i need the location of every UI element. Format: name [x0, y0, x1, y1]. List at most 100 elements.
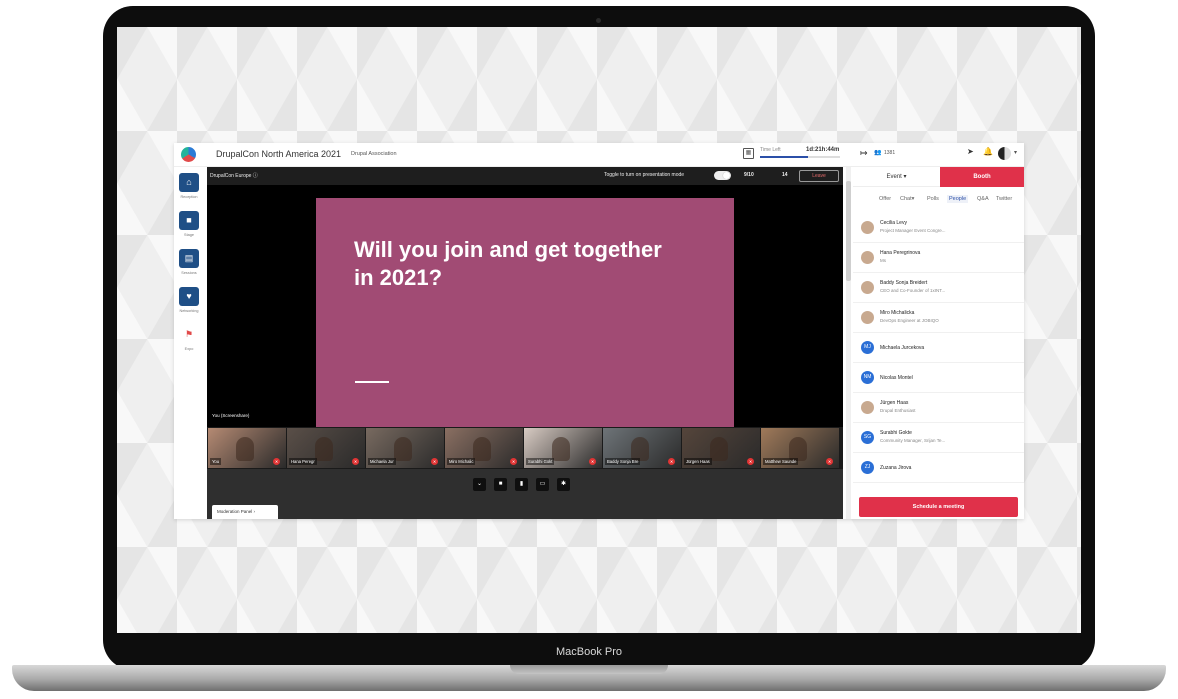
video-tile[interactable]: Jürgen Haas ✕: [682, 428, 760, 468]
home-icon: ⌂: [179, 173, 199, 192]
video-tile[interactable]: Michaela Jur ✕: [366, 428, 444, 468]
camera-dot: [596, 18, 601, 23]
nav-item-networking[interactable]: ♥ Networking: [174, 287, 204, 313]
nav-item-expo[interactable]: ⚑ Expo: [174, 325, 204, 351]
participant-figure: [394, 437, 412, 461]
video-tile[interactable]: Miro Michalic ✕: [445, 428, 523, 468]
subtab-qa[interactable]: Q&A: [977, 196, 989, 202]
tab-event-label: Event: [886, 174, 902, 180]
presentation-mode-toggle[interactable]: [714, 171, 731, 180]
person-title: CEO and Co-Founder of 1xINT...: [880, 288, 946, 293]
mic-muted-icon[interactable]: ✕: [431, 458, 438, 465]
mic-muted-icon[interactable]: ✕: [273, 458, 280, 465]
nav-item-sessions[interactable]: ▤ Sessions: [174, 249, 204, 275]
video-tile[interactable]: You ✕: [208, 428, 286, 468]
device-label: MacBook Pro: [555, 646, 623, 658]
attendee-count[interactable]: 1381: [884, 150, 895, 156]
chevron-down-icon[interactable]: ⌄: [473, 478, 486, 491]
nav-label: Expo: [184, 347, 194, 351]
expo-icon: ⚑: [184, 329, 194, 339]
list-item[interactable]: SG Surabhi Gokte Community Manager, Srijan…: [853, 423, 1024, 453]
list-item[interactable]: Baddy Sonja Breidert CEO and Co-Founder o…: [853, 273, 1024, 303]
slide-counter: 9/10: [744, 172, 754, 178]
attendees-icon: 👥: [874, 150, 882, 156]
calendar-icon[interactable]: ▦: [743, 148, 754, 159]
camera-icon[interactable]: ■: [494, 478, 507, 491]
list-item[interactable]: MJ Michaela Jurcekova: [853, 333, 1024, 363]
subtab-twitter[interactable]: Twitter: [996, 196, 1012, 202]
tab-booth[interactable]: Booth: [940, 167, 1024, 187]
list-item[interactable]: ZJ Zuzana Jirova: [853, 453, 1024, 483]
chevron-down-icon[interactable]: ▾: [1014, 149, 1017, 156]
laptop-screen: DrupalCon North America 2021 Drupal Asso…: [117, 27, 1081, 633]
tile-name: Matthew Saunde: [763, 458, 799, 465]
subtab-chat[interactable]: Chat▾: [900, 196, 914, 202]
people-list: Cecilia Levy Project Manager Event Congre…: [853, 213, 1024, 483]
mic-muted-icon[interactable]: ✕: [668, 458, 675, 465]
tile-name: Surabhi Gokt: [526, 458, 555, 465]
top-bar: DrupalCon North America 2021 Drupal Asso…: [174, 143, 1024, 167]
person-name: Cecilia Levy: [880, 220, 907, 226]
participant-figure: [710, 437, 728, 461]
stage: DrupalCon Europe ⓘ Toggle to turn on pre…: [207, 167, 843, 519]
person-name: Surabhi Gokte: [880, 430, 912, 436]
sessions-icon: ▤: [179, 249, 199, 268]
mic-muted-icon[interactable]: ✕: [826, 458, 833, 465]
mic-muted-icon[interactable]: ✕: [747, 458, 754, 465]
chevron-down-icon: ▾: [903, 174, 907, 180]
scrollbar[interactable]: [846, 167, 851, 519]
app-logo-icon[interactable]: [181, 147, 196, 162]
time-left-value: 1d:21h:44m: [806, 147, 840, 153]
nav-label: Stage: [184, 233, 194, 237]
microphone-icon[interactable]: ▮: [515, 478, 528, 491]
participant-figure: [315, 437, 333, 461]
subtab-people[interactable]: People: [947, 195, 969, 203]
slide-text: Will you join and get together in 2021?: [354, 237, 662, 290]
time-left-bar: [760, 156, 840, 158]
chevron-down-icon: ▾: [911, 196, 915, 202]
time-left-label: Time Left: [760, 147, 781, 153]
subtab-polls[interactable]: Polls: [927, 196, 939, 202]
video-tile[interactable]: Hana Peregr ✕: [287, 428, 365, 468]
list-item[interactable]: Jürgen Haas Drupal Enthusiast: [853, 393, 1024, 423]
screenshare-label: You (Screenshare): [212, 413, 250, 418]
mic-muted-icon[interactable]: ✕: [352, 458, 359, 465]
nav-label: Sessions: [181, 271, 197, 275]
leave-button[interactable]: Leave: [799, 170, 839, 182]
viewer-count: 14: [782, 172, 788, 178]
nav-item-reception[interactable]: ⌂ Reception: [174, 173, 204, 199]
enter-icon[interactable]: ↦: [860, 148, 868, 159]
moderation-panel-tab[interactable]: Moderation Panel ›: [212, 505, 278, 519]
list-item[interactable]: Hana Peregrinova Ms: [853, 243, 1024, 273]
bell-icon[interactable]: 🔔: [983, 147, 993, 156]
video-tile[interactable]: Surabhi Gokt ✕: [524, 428, 602, 468]
subtab-offer[interactable]: Offer: [879, 196, 891, 202]
person-title: Community Manager, Srijan Te...: [880, 438, 946, 443]
send-icon[interactable]: ➤: [967, 147, 974, 156]
person-name: Michaela Jurcekova: [880, 345, 925, 351]
nav-label: Networking: [179, 309, 199, 313]
slide-divider: [355, 381, 389, 383]
mic-muted-icon[interactable]: ✕: [589, 458, 596, 465]
screen-share-icon[interactable]: ▭: [536, 478, 549, 491]
list-item[interactable]: Miro Michalicka DevOps Engineer at JOBIQO: [853, 303, 1024, 333]
list-item[interactable]: Cecilia Levy Project Manager Event Congre…: [853, 213, 1024, 243]
video-tile[interactable]: Matthew Saunde ✕: [761, 428, 839, 468]
tile-name: Miro Michalic: [447, 458, 476, 465]
participant-figure: [473, 437, 491, 461]
stage-name[interactable]: DrupalCon Europe ⓘ: [210, 172, 258, 179]
mic-muted-icon[interactable]: ✕: [510, 458, 517, 465]
schedule-meeting-button[interactable]: Schedule a meeting: [859, 497, 1018, 517]
list-item[interactable]: NM Nicolas Montel: [853, 363, 1024, 393]
tab-event[interactable]: Event ▾: [853, 167, 940, 187]
participant-figure: [552, 437, 570, 461]
tile-name: Michaela Jur: [368, 458, 396, 465]
nav-item-stage[interactable]: ■ Stage: [174, 211, 204, 237]
user-avatar[interactable]: [998, 147, 1011, 160]
person-title: Drupal Enthusiast: [880, 408, 916, 413]
settings-gear-icon[interactable]: ✱: [557, 478, 570, 491]
video-tile[interactable]: Baddy Sonja Bre ✕: [603, 428, 681, 468]
avatar: [861, 281, 874, 294]
avatar: [861, 251, 874, 264]
scrollbar-thumb[interactable]: [846, 181, 851, 281]
